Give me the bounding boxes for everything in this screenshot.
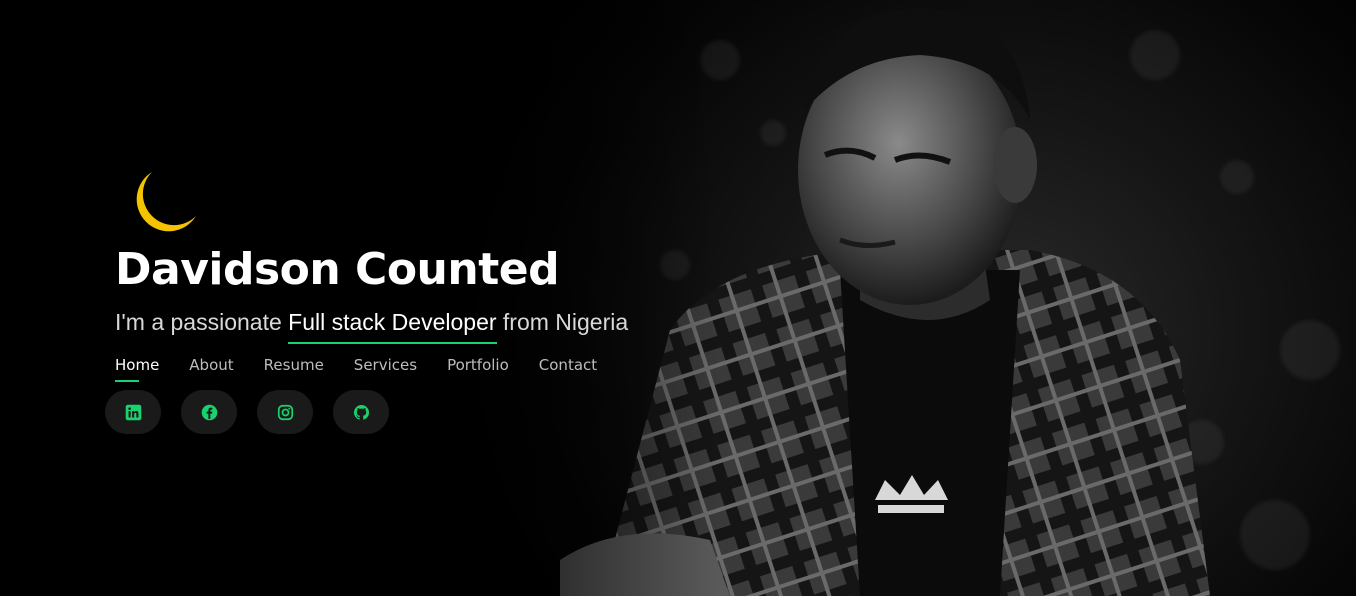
main-nav: Home About Resume Services Portfolio Con…: [115, 356, 597, 382]
nav-portfolio[interactable]: Portfolio: [447, 356, 509, 380]
github-button[interactable]: [333, 390, 389, 434]
github-icon: [353, 404, 369, 420]
social-links: [105, 390, 389, 434]
linkedin-icon: [125, 404, 141, 420]
nav-about[interactable]: About: [189, 356, 233, 380]
facebook-icon: [201, 404, 217, 420]
typed-text: Full stack Developer: [288, 309, 497, 344]
hero-section: Davidson Counted I'm a passionate Full s…: [0, 0, 1356, 596]
facebook-button[interactable]: [181, 390, 237, 434]
nav-contact[interactable]: Contact: [539, 356, 597, 380]
instagram-button[interactable]: [257, 390, 313, 434]
tagline-suffix: from Nigeria: [496, 309, 629, 335]
linkedin-button[interactable]: [105, 390, 161, 434]
left-gradient-overlay: [0, 0, 720, 596]
nav-resume[interactable]: Resume: [264, 356, 324, 380]
instagram-icon: [277, 404, 293, 420]
hero-tagline: I'm a passionate Full stack Developer fr…: [115, 309, 628, 344]
moon-icon[interactable]: [130, 168, 200, 238]
nav-services[interactable]: Services: [354, 356, 417, 380]
nav-home[interactable]: Home: [115, 356, 159, 382]
tagline-prefix: I'm a passionate: [115, 309, 289, 335]
hero-name: Davidson Counted: [115, 244, 560, 295]
